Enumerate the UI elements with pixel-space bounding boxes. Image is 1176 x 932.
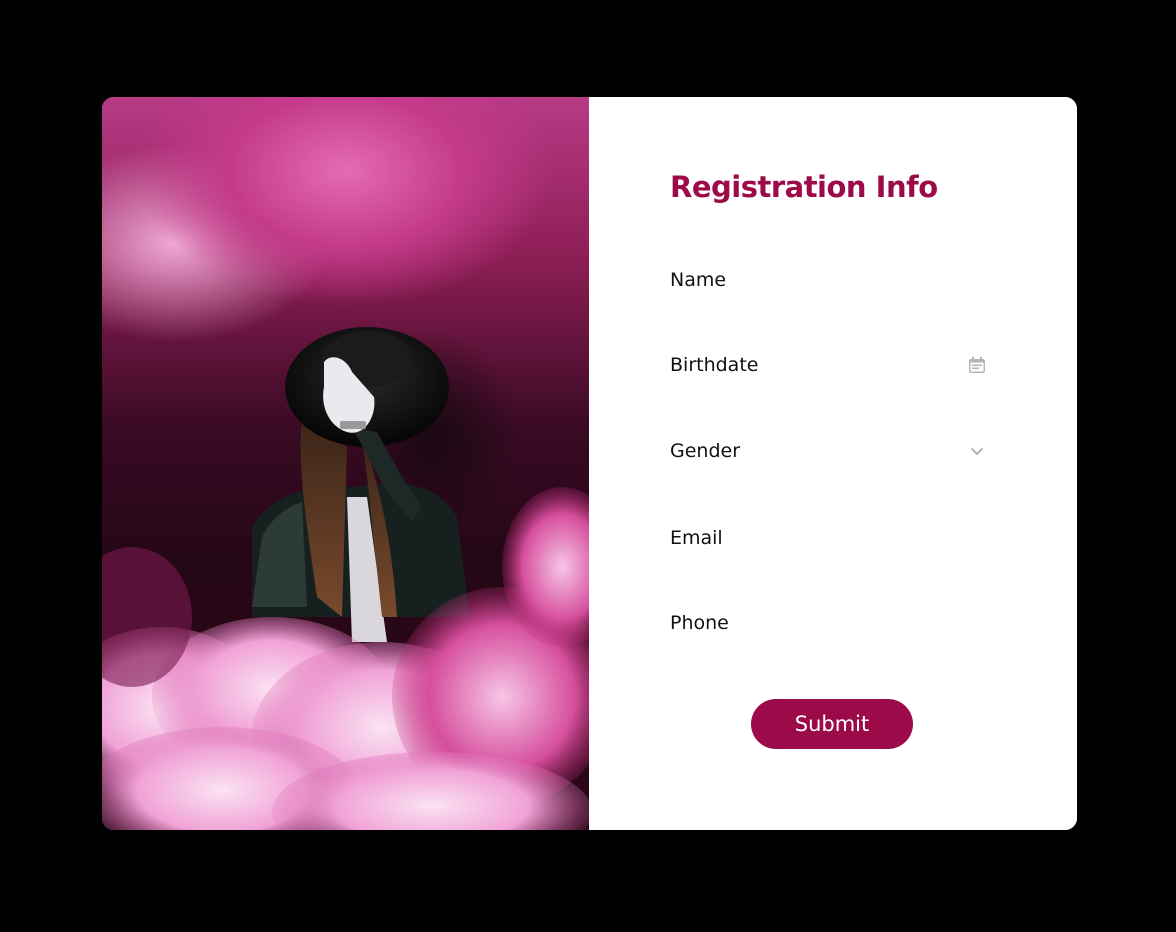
email-label: Email (670, 527, 723, 549)
calendar-icon[interactable] (966, 354, 988, 376)
email-field[interactable]: Email (670, 518, 988, 558)
gender-select[interactable]: Gender (670, 431, 988, 471)
phone-field[interactable]: Phone (670, 603, 988, 643)
hero-photo (102, 97, 589, 830)
smoke-portrait-illustration (102, 327, 589, 830)
name-field[interactable]: Name (670, 260, 988, 300)
form-title: Registration Info (670, 170, 938, 204)
registration-form: Registration Info Name Birthdate Gender (589, 97, 1077, 830)
name-label: Name (670, 269, 727, 291)
gender-label: Gender (670, 440, 741, 462)
submit-button[interactable]: Submit (751, 699, 913, 749)
birthdate-label: Birthdate (670, 354, 759, 376)
birthdate-field[interactable]: Birthdate (670, 345, 988, 385)
chevron-down-icon[interactable] (966, 440, 988, 462)
registration-card: Registration Info Name Birthdate Gender (102, 97, 1077, 830)
phone-label: Phone (670, 612, 729, 634)
